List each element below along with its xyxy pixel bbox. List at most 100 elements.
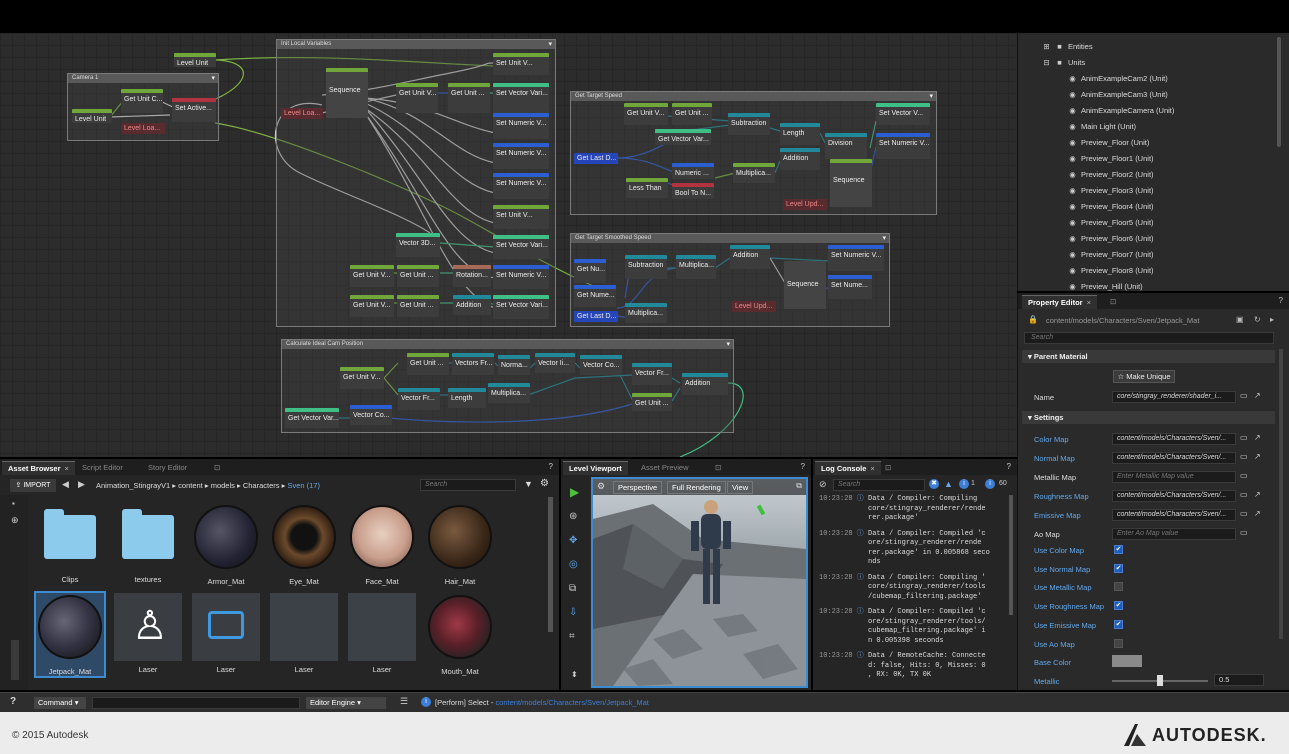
graph-node[interactable]: Get Unit ... (448, 83, 490, 113)
checkbox[interactable]: ✔ (1114, 601, 1123, 611)
tab-log-console[interactable]: Log Console × (815, 461, 881, 475)
play-icon[interactable]: ▶ (570, 485, 579, 499)
graph-node[interactable]: Set Numeric V... (876, 133, 930, 159)
section-parent-material[interactable]: ▾ Parent Material (1022, 350, 1275, 363)
folder-icon[interactable]: ▭ (1240, 471, 1248, 480)
log-search-input[interactable]: Search (833, 479, 925, 491)
graph-node[interactable]: Addition (780, 148, 820, 170)
graph-node[interactable]: Addition (730, 245, 770, 269)
graph-node[interactable]: Get Vector Var... (655, 129, 711, 145)
open-external-icon[interactable]: ↗ (1254, 452, 1261, 461)
expand-icon[interactable]: ⊞ (1042, 39, 1051, 55)
engine-dropdown[interactable]: Editor Engine ▾ (306, 697, 386, 709)
gamepad-icon[interactable]: ⊛ (569, 511, 577, 522)
new-tab-icon[interactable]: ⊡ (879, 461, 897, 475)
filter-icon[interactable]: ▼ (524, 479, 533, 489)
tree-item[interactable]: ◉ AnimExampleCam3 (Unit) (1068, 87, 1167, 103)
status-link[interactable]: content/models/Characters/Sven/Jetpack_M… (495, 698, 648, 707)
metallic-slider-handle[interactable] (1157, 675, 1163, 686)
tree-item[interactable]: ◉ AnimExampleCamera (Unit) (1068, 103, 1174, 119)
command-input[interactable] (92, 697, 300, 709)
command-dropdown[interactable]: Command ▾ (34, 697, 86, 709)
property-value-field[interactable]: Enter Ao Map value (1112, 528, 1236, 540)
help-button[interactable]: ? (10, 696, 16, 707)
asset-tile[interactable]: Eye_Mat (270, 503, 338, 586)
property-search-input[interactable]: Search (1024, 332, 1274, 344)
metallic-value-field[interactable]: 0.5 (1214, 674, 1264, 686)
graph-pin[interactable]: Level Loa... (121, 123, 165, 134)
graph-node[interactable]: Vector Fr... (632, 363, 672, 385)
new-tab-icon[interactable]: ⊡ (208, 461, 226, 475)
tab-asset-browser[interactable]: Asset Browser × (2, 461, 75, 475)
tree-item[interactable]: ◉ Preview_Floor2 (Unit) (1068, 167, 1153, 183)
help-icon[interactable]: ? (1007, 462, 1011, 471)
graph-node[interactable]: Numeric ... (672, 163, 714, 179)
property-value-field[interactable]: content/models/Characters/Sven/... (1112, 433, 1236, 445)
graph-node[interactable]: Get Nume... (574, 285, 616, 307)
checkbox[interactable] (1114, 638, 1123, 648)
folder-open-icon[interactable]: ▸ (1270, 315, 1274, 324)
folder-icon[interactable]: ▭ (1240, 391, 1248, 400)
graph-node[interactable]: Set Numeric V... (493, 113, 549, 139)
log-entry[interactable]: 10:23:28 ⓘ Data / Compiler: Compiling co… (819, 495, 986, 524)
graph-node[interactable]: Get Nu... (574, 259, 606, 283)
tree-item[interactable]: ◉ Main Light (Unit) (1068, 119, 1136, 135)
graph-node[interactable]: Length (780, 123, 820, 145)
graph-node[interactable]: Addition (453, 295, 491, 315)
info-filter-icon[interactable]: i (959, 479, 969, 489)
save-icon[interactable]: ▣ (1236, 315, 1244, 324)
asset-tile[interactable]: Face_Mat (348, 503, 416, 586)
property-value-field[interactable]: Enter Metallic Map value (1112, 471, 1236, 483)
graph-node[interactable]: Set Numeric V... (493, 173, 549, 199)
perspective-menu[interactable]: Perspective (613, 481, 663, 494)
log-entry[interactable]: 10:23:28 ⓘ Data / Compiler: Compiled 'c … (819, 530, 990, 568)
graph-node[interactable]: Set Numeric V... (828, 245, 884, 271)
property-value-field[interactable]: content/models/Characters/Sven/... (1112, 509, 1236, 521)
log-entry[interactable]: 10:23:28 ⓘ Data / Compiler: Compiling ' … (819, 574, 986, 603)
checkbox[interactable]: ✔ (1114, 545, 1123, 554)
graph-node[interactable]: Set Vector Vari... (493, 295, 549, 319)
gear-icon[interactable]: ⚙ (540, 478, 549, 489)
tree-item[interactable]: ◉ Preview_Floor6 (Unit) (1068, 231, 1153, 247)
graph-pin[interactable]: Level Upd... (783, 199, 827, 210)
graph-node[interactable]: Vector Co... (580, 355, 622, 375)
flow-graph-canvas[interactable]: Level Unit Camera 1 Level Unit Get Unit … (0, 33, 1017, 457)
back-arrow-icon[interactable]: ◀ (62, 479, 69, 490)
graph-node[interactable]: Vector Ii... (535, 353, 575, 373)
new-tab-icon[interactable]: ⊡ (709, 461, 727, 475)
asset-tile[interactable]: textures (114, 503, 182, 584)
tab-asset-preview[interactable]: Asset Preview (635, 461, 695, 475)
viewport-render[interactable]: ⚙ Perspective Full Rendering View ⧉ (591, 477, 808, 688)
graph-node[interactable]: Get Vector Var... (285, 408, 339, 428)
render-mode-menu[interactable]: Full Rendering (667, 481, 726, 494)
log-scrollbar[interactable] (1009, 495, 1013, 615)
tree-item[interactable]: ◉ Preview_Floor8 (Unit) (1068, 263, 1153, 279)
zoom-slider[interactable] (11, 640, 19, 680)
graph-node[interactable]: Sequence (830, 159, 872, 207)
graph-node[interactable]: Multiplica... (625, 303, 667, 323)
close-icon[interactable]: × (1087, 298, 1091, 307)
error-filter-icon[interactable]: ✖ (929, 479, 939, 489)
asset-tile[interactable]: Laser (270, 593, 338, 674)
scroll-arrow-icon[interactable]: ⬍ (571, 670, 578, 679)
graph-pin[interactable]: Level Upd... (732, 301, 776, 312)
maximize-icon[interactable]: ⧉ (796, 481, 802, 491)
level-tree-panel[interactable]: ⊞ ■ Entities ⊟ ■ Units ◉ AnimExampleCam2 (Uni… (1017, 33, 1289, 291)
section-settings[interactable]: ▾ Settings (1022, 411, 1275, 424)
new-tab-icon[interactable]: ⊡ (1104, 295, 1122, 309)
graph-node[interactable]: Get Unit ... (672, 103, 712, 125)
open-external-icon[interactable]: ↗ (1254, 433, 1261, 442)
tree-item[interactable]: ◉ Preview_Floor5 (Unit) (1068, 215, 1153, 231)
name-field[interactable]: core/stingray_renderer/shader_i... (1112, 391, 1236, 403)
graph-node[interactable]: Get Unit ... (632, 393, 672, 411)
graph-node[interactable]: Set Vector Vari... (493, 235, 549, 259)
list-icon[interactable]: ☰ (400, 696, 408, 707)
graph-node[interactable]: Division (825, 133, 867, 159)
lock-icon[interactable]: 🔒 (1028, 315, 1038, 324)
breadcrumb-item[interactable]: models (211, 481, 235, 490)
graph-node[interactable]: Level Unit (72, 109, 112, 123)
graph-pin[interactable]: Level Loa... (281, 108, 323, 119)
graph-node[interactable]: Vector Co... (350, 405, 392, 425)
property-scrollbar[interactable] (1279, 349, 1283, 639)
graph-node[interactable]: Sequence (784, 261, 826, 309)
